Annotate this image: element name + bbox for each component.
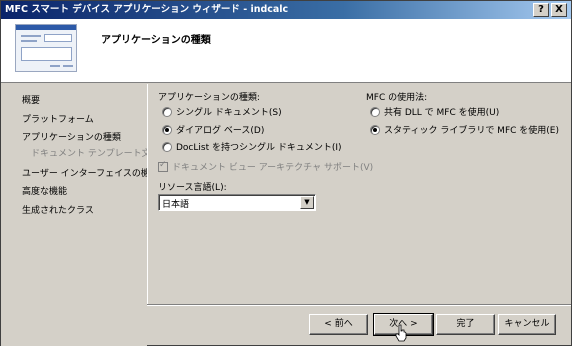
checkbox	[158, 160, 168, 172]
radio-mfc-static-library[interactable]: スタティック ライブラリで MFC を使用(E)	[370, 123, 559, 136]
checkbox-label: ドキュメント ビュー アーキテクチャ サポート(V)	[172, 163, 374, 173]
back-button[interactable]: < 前へ	[309, 314, 368, 335]
doc-view-support-checkbox: ドキュメント ビュー アーキテクチャ サポート(V)	[158, 160, 373, 173]
radio-button[interactable]	[162, 141, 172, 152]
radio-single-document[interactable]: シングル ドキュメント(S)	[162, 105, 282, 118]
footer-separator	[147, 304, 571, 306]
wizard-window: MFC スマート デバイス アプリケーション ウィザード - indcalc ?…	[0, 0, 572, 346]
radio-label: 共有 DLL で MFC を使用(U)	[384, 108, 500, 118]
hand-cursor-icon	[395, 324, 407, 342]
wizard-header: アプリケーションの種類	[1, 19, 571, 83]
sidebar-item-advanced-features[interactable]: 高度な機能	[22, 184, 67, 197]
wizard-preview-icon	[15, 24, 77, 72]
page-title: アプリケーションの種類	[101, 35, 211, 46]
app-type-heading: アプリケーションの種類:	[158, 93, 260, 103]
chevron-down-icon[interactable]: ▼	[300, 196, 314, 209]
close-button[interactable]: X	[551, 3, 567, 17]
window-title: MFC スマート デバイス アプリケーション ウィザード - indcalc	[5, 4, 289, 15]
radio-dialog-based[interactable]: ダイアログ ベース(D)	[162, 123, 264, 136]
radio-label: DocList を持つシングル ドキュメント(I)	[176, 143, 342, 153]
wizard-sidebar: 概要 プラットフォーム アプリケーションの種類 ドキュメント テンプレート文字列…	[1, 84, 169, 346]
radio-label: シングル ドキュメント(S)	[176, 108, 282, 118]
radio-doclist-single-document[interactable]: DocList を持つシングル ドキュメント(I)	[162, 140, 342, 153]
title-bar: MFC スマート デバイス アプリケーション ウィザード - indcalc ?…	[1, 1, 571, 19]
wizard-content: アプリケーションの種類: シングル ドキュメント(S) ダイアログ ベース(D)…	[147, 84, 571, 304]
radio-button[interactable]	[162, 124, 172, 135]
radio-button[interactable]	[370, 124, 380, 135]
sidebar-item-generated-classes[interactable]: 生成されたクラス	[22, 203, 94, 216]
radio-mfc-shared-dll[interactable]: 共有 DLL で MFC を使用(U)	[370, 105, 499, 118]
sidebar-item-overview[interactable]: 概要	[22, 93, 40, 106]
resource-language-select[interactable]: 日本語 ▼	[158, 194, 316, 211]
sidebar-item-ui-features[interactable]: ユーザー インターフェイスの機能	[22, 166, 159, 179]
radio-button[interactable]	[162, 106, 172, 117]
radio-label: スタティック ライブラリで MFC を使用(E)	[384, 126, 559, 136]
resource-language-value: 日本語	[162, 200, 190, 210]
sidebar-item-platform[interactable]: プラットフォーム	[22, 112, 94, 125]
help-button[interactable]: ?	[533, 3, 549, 17]
radio-button[interactable]	[370, 106, 380, 117]
cancel-button[interactable]: キャンセル	[498, 314, 556, 335]
mfc-usage-heading: MFC の使用法:	[366, 93, 428, 103]
resource-language-label: リソース言語(L):	[158, 183, 227, 193]
finish-button[interactable]: 完了	[436, 314, 495, 335]
radio-label: ダイアログ ベース(D)	[176, 126, 265, 136]
sidebar-item-application-type[interactable]: アプリケーションの種類	[22, 130, 121, 143]
